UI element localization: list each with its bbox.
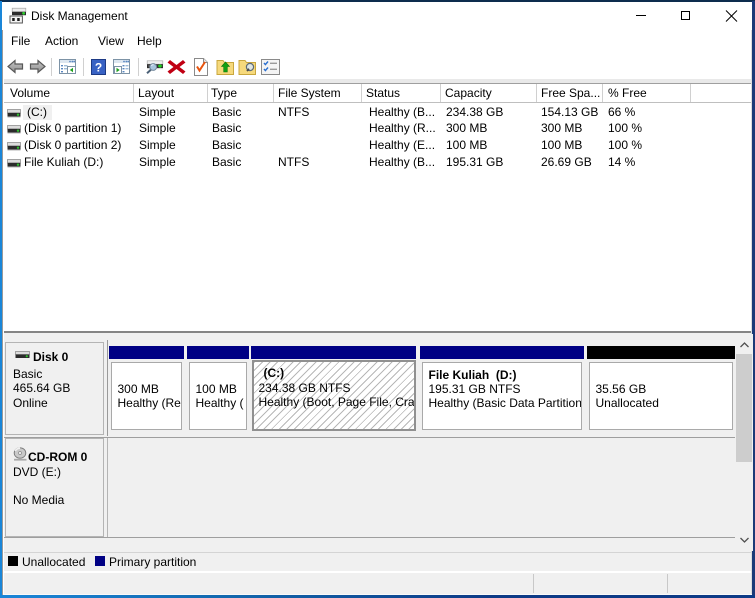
svg-text:?: ?: [95, 61, 102, 75]
